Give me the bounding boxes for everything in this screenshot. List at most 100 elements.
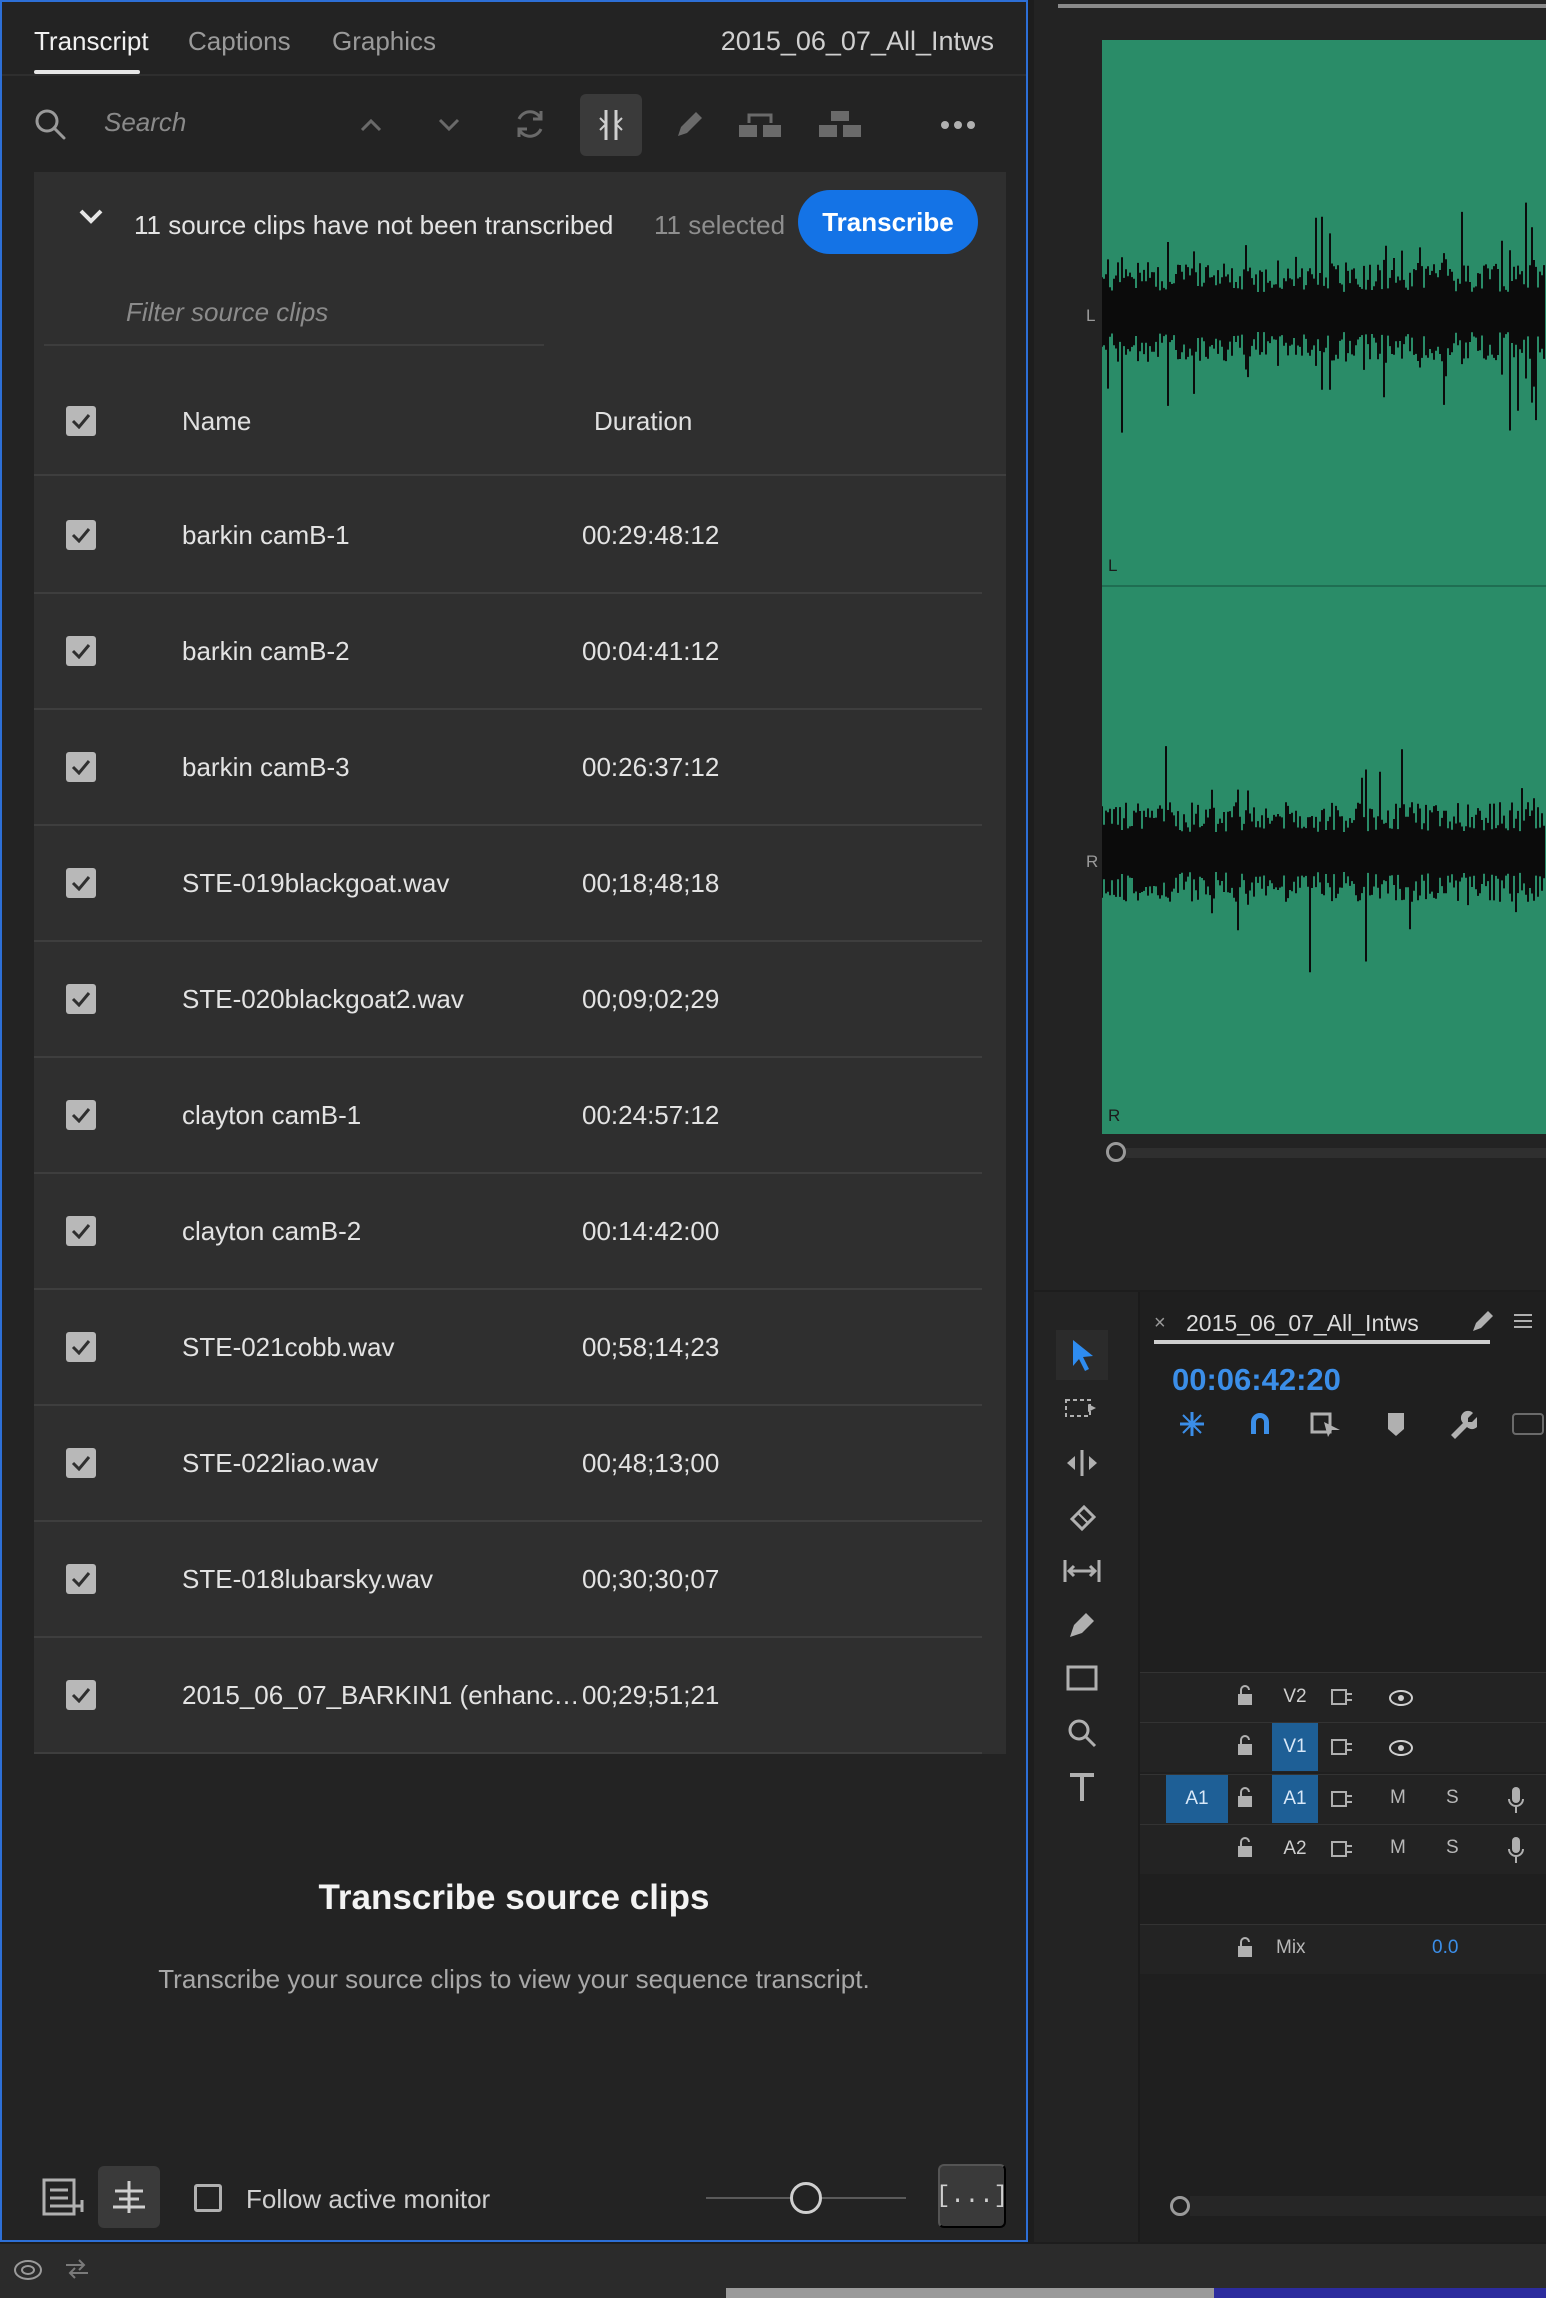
- table-row[interactable]: clayton camB-1 00:24:57:12: [34, 1058, 982, 1174]
- row-checkbox[interactable]: [66, 868, 96, 898]
- pencil-icon[interactable]: [670, 106, 708, 144]
- panel-menu-icon[interactable]: [1512, 1312, 1534, 1335]
- split-icon[interactable]: [592, 106, 630, 144]
- pen-tool-icon[interactable]: [1056, 1600, 1108, 1650]
- sequence-track-icon[interactable]: [98, 2166, 160, 2228]
- wrench-icon[interactable]: [1442, 1404, 1482, 1444]
- razor-tool-icon[interactable]: [1056, 1492, 1108, 1542]
- row-checkbox[interactable]: [66, 984, 96, 1014]
- split-segments-icon[interactable]: [816, 106, 864, 144]
- row-checkbox[interactable]: [66, 1216, 96, 1246]
- search-icon[interactable]: [30, 104, 70, 144]
- row-checkbox[interactable]: [66, 1680, 96, 1710]
- mix-value[interactable]: 0.0: [1432, 1937, 1458, 1959]
- mute-button[interactable]: M: [1390, 1787, 1406, 1809]
- lock-icon[interactable]: [1236, 1735, 1254, 1762]
- row-checkbox[interactable]: [66, 1100, 96, 1130]
- ellipsis-button[interactable]: [...]: [936, 2164, 1008, 2228]
- lock-icon[interactable]: [1236, 1937, 1254, 1964]
- table-row[interactable]: barkin camB-2 00:04:41:12: [34, 594, 982, 710]
- track-target[interactable]: V2: [1272, 1673, 1318, 1721]
- table-row[interactable]: barkin camB-1 00:29:48:12: [34, 478, 982, 594]
- follow-active-monitor-checkbox[interactable]: [194, 2184, 222, 2212]
- creative-cloud-icon[interactable]: [12, 2256, 44, 2287]
- playhead-timecode[interactable]: 00:06:42:20: [1172, 1362, 1341, 1398]
- row-checkbox[interactable]: [66, 1332, 96, 1362]
- nest-icon[interactable]: [1172, 1404, 1212, 1444]
- table-row[interactable]: 2015_06_07_BARKIN1 (enhanced)... 00;29;51…: [34, 1638, 982, 1754]
- add-marker-icon[interactable]: [1376, 1404, 1416, 1444]
- row-checkbox[interactable]: [66, 636, 96, 666]
- clip-duration: 00:14:42:00: [582, 1216, 720, 1246]
- lock-icon[interactable]: [1236, 1787, 1254, 1814]
- transcribe-button[interactable]: Transcribe: [798, 190, 978, 254]
- chevron-up-icon[interactable]: [354, 108, 388, 142]
- track-target[interactable]: A1: [1272, 1775, 1318, 1823]
- solo-button[interactable]: S: [1446, 1837, 1459, 1859]
- tab-graphics[interactable]: Graphics: [332, 26, 436, 57]
- transcript-panel: Transcript Captions Graphics 2015_06_07_…: [0, 0, 1028, 2242]
- filter-source-clips-input[interactable]: [44, 280, 544, 346]
- sync-lock-icon[interactable]: [1330, 1687, 1354, 1712]
- track-target[interactable]: A2: [1272, 1825, 1318, 1873]
- search-input[interactable]: [102, 100, 322, 144]
- zoom-tool-icon[interactable]: [1056, 1708, 1108, 1758]
- table-row[interactable]: STE-020blackgoat2.wav 00;09;02;29: [34, 942, 982, 1058]
- tab-captions[interactable]: Captions: [188, 26, 291, 57]
- snap-magnet-icon[interactable]: [1240, 1404, 1280, 1444]
- sync-lock-icon[interactable]: [1330, 1737, 1354, 1762]
- track-target[interactable]: V1: [1272, 1723, 1318, 1771]
- table-row[interactable]: barkin camB-3 00:26:37:12: [34, 710, 982, 826]
- table-row[interactable]: STE-021cobb.wav 00;58;14;23: [34, 1290, 982, 1406]
- mute-button[interactable]: M: [1390, 1837, 1406, 1859]
- monitor-scrollbar[interactable]: [1126, 1148, 1546, 1158]
- microphone-icon[interactable]: [1506, 1835, 1526, 1870]
- lock-icon[interactable]: [1236, 1837, 1254, 1864]
- chevron-down-icon[interactable]: [432, 108, 466, 142]
- sync-arrows-icon[interactable]: [64, 2258, 90, 2285]
- table-row[interactable]: STE-019blackgoat.wav 00;18;48;18: [34, 826, 982, 942]
- solo-button[interactable]: S: [1446, 1787, 1459, 1809]
- timeline-scrollbar[interactable]: [1190, 2196, 1546, 2216]
- row-checkbox[interactable]: [66, 520, 96, 550]
- table-row[interactable]: STE-018lubarsky.wav 00;30;30;07: [34, 1522, 982, 1638]
- selection-tool-icon[interactable]: [1056, 1330, 1108, 1380]
- row-checkbox[interactable]: [66, 1448, 96, 1478]
- slip-tool-icon[interactable]: [1056, 1546, 1108, 1596]
- clips-table-body: barkin camB-1 00:29:48:12 barkin camB-2 00:…: [34, 478, 1006, 1754]
- merge-segments-icon[interactable]: [736, 106, 784, 144]
- monitor-scroll-handle[interactable]: [1106, 1142, 1126, 1162]
- tab-transcript[interactable]: Transcript: [34, 26, 149, 57]
- close-sequence-button[interactable]: ×: [1154, 1312, 1166, 1335]
- row-checkbox[interactable]: [66, 752, 96, 782]
- type-tool-icon[interactable]: [1056, 1762, 1108, 1812]
- table-row[interactable]: STE-022liao.wav 00;48;13;00: [34, 1406, 982, 1522]
- eye-icon[interactable]: [1388, 1689, 1414, 1712]
- rectangle-tool-icon[interactable]: [1056, 1654, 1108, 1704]
- linked-selection-icon[interactable]: [1306, 1404, 1346, 1444]
- sequence-tab-title[interactable]: 2015_06_07_All_Intws: [1186, 1310, 1419, 1337]
- sync-lock-icon[interactable]: [1330, 1789, 1354, 1814]
- horizontal-scrollbar[interactable]: [726, 2288, 1214, 2298]
- column-duration-header[interactable]: Duration: [594, 406, 692, 437]
- captions-icon[interactable]: [1508, 1404, 1546, 1444]
- zoom-slider-thumb[interactable]: [790, 2182, 822, 2214]
- lock-icon[interactable]: [1236, 1685, 1254, 1712]
- chevron-down-icon[interactable]: [78, 208, 104, 229]
- table-row[interactable]: clayton camB-2 00:14:42:00: [34, 1174, 982, 1290]
- sync-lock-icon[interactable]: [1330, 1839, 1354, 1864]
- pencil-icon[interactable]: [1470, 1308, 1496, 1339]
- ripple-edit-tool-icon[interactable]: [1056, 1438, 1108, 1488]
- column-name-header[interactable]: Name: [182, 406, 251, 437]
- track-select-tool-icon[interactable]: [1056, 1384, 1108, 1434]
- row-checkbox[interactable]: [66, 1564, 96, 1594]
- select-all-checkbox[interactable]: [66, 406, 96, 436]
- eye-icon[interactable]: [1388, 1739, 1414, 1762]
- refresh-icon[interactable]: [510, 104, 550, 144]
- timeline-scroll-handle[interactable]: [1170, 2196, 1190, 2216]
- more-icon[interactable]: [938, 106, 978, 144]
- audio-waveform[interactable]: L R: [1102, 40, 1546, 1134]
- caption-track-icon[interactable]: [34, 2166, 96, 2228]
- microphone-icon[interactable]: [1506, 1785, 1526, 1820]
- source-patch[interactable]: A1: [1166, 1775, 1228, 1823]
